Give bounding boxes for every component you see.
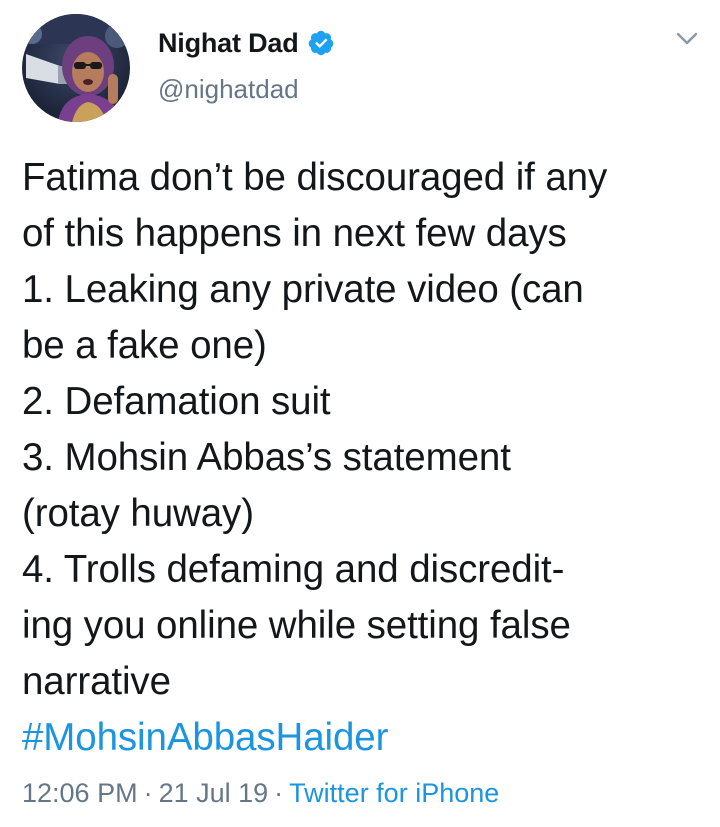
profile-photo	[22, 14, 130, 122]
tweet-text-line: narrative	[22, 660, 171, 703]
tweet-text-line: (rotay huway)	[22, 492, 254, 535]
tweet-text: Fatima don’t be discouraged if any of th…	[22, 150, 712, 766]
chevron-down-icon[interactable]	[676, 32, 698, 46]
meta-separator: ·	[143, 778, 153, 808]
tweet-card: Nighat Dad @nighatdad Fatima don’t be di…	[0, 0, 720, 827]
tweet-text-line: of this happens in next few days	[22, 212, 567, 255]
tweet-text-line: ing you online while setting false	[22, 604, 571, 647]
meta-separator: ·	[274, 778, 284, 808]
author-handle[interactable]: @nighatdad	[158, 74, 299, 105]
tweet-text-line: 3. Mohsin Abbas’s statement	[22, 436, 511, 479]
tweet-text-line: 1. Leaking any private video (can	[22, 268, 584, 311]
avatar[interactable]	[22, 14, 130, 122]
tweet-meta: 12:06 PM · 21 Jul 19 · Twitter for iPhone	[22, 778, 499, 809]
tweet-text-line: 2. Defamation suit	[22, 380, 331, 423]
verified-badge-icon	[307, 29, 335, 57]
tweet-date[interactable]: 21 Jul 19	[159, 778, 269, 808]
hashtag-link[interactable]: #MohsinAbbasHaider	[22, 710, 712, 766]
tweet-text-line: be a fake one)	[22, 324, 267, 367]
display-name[interactable]: Nighat Dad	[158, 28, 299, 59]
tweet-source-link[interactable]: Twitter for iPhone	[289, 778, 499, 808]
tweet-time[interactable]: 12:06 PM	[22, 778, 138, 808]
tweet-text-line: Fatima don’t be discouraged if any	[22, 156, 608, 199]
author-name-row[interactable]: Nighat Dad	[158, 26, 335, 60]
tweet-text-line: 4. Trolls defaming and discredit-	[22, 548, 565, 591]
